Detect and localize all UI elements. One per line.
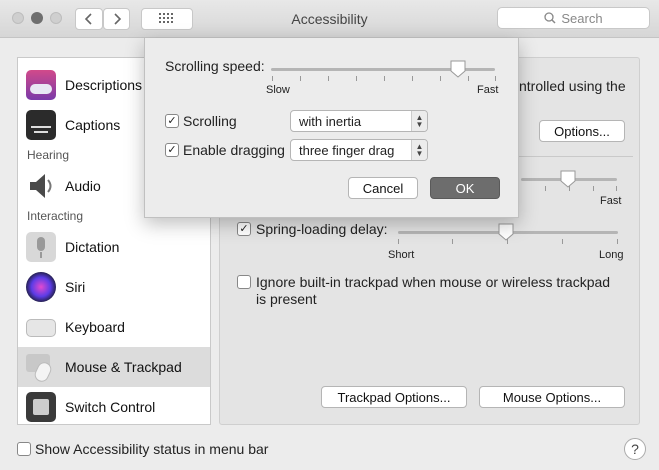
dragging-mode-value: three finger drag (299, 142, 395, 158)
show-status-label: Show Accessibility status in menu bar (35, 441, 269, 457)
updown-arrows-icon: ▲ ▼ (411, 111, 427, 131)
updown-arrows-icon: ▲ ▼ (411, 140, 427, 160)
sidebar-item-siri[interactable]: Siri (18, 267, 210, 307)
search-field[interactable]: Search (497, 7, 650, 29)
scrolling-speed-label: Scrolling speed: (165, 58, 265, 74)
double-click-speed-slider-thumb[interactable] (559, 170, 577, 188)
keyboard-icon (26, 319, 56, 337)
show-status-checkbox[interactable] (17, 442, 31, 456)
ok-button[interactable]: OK (430, 177, 500, 199)
ignore-trackpad-label: Ignore built-in trackpad when mouse or w… (256, 274, 611, 307)
spring-loading-max-label: Long (599, 249, 624, 261)
spring-loading-slider-thumb[interactable] (497, 223, 515, 241)
switch-control-icon (26, 392, 56, 422)
microphone-icon (26, 232, 56, 262)
section-header-hearing: Hearing (27, 148, 70, 162)
sidebar-item-mouse-trackpad[interactable]: Mouse & Trackpad (18, 347, 210, 387)
mouse-trackpad-icon (26, 352, 56, 385)
trackpad-options-button[interactable]: Trackpad Options... (321, 386, 467, 408)
sidebar-item-dictation[interactable]: Dictation (18, 227, 210, 267)
mouse-options-button[interactable]: Mouse Options... (479, 386, 625, 408)
trackpad-options-sheet: Scrolling speed: Slow Fast ✓ Scrolling w… (144, 38, 519, 218)
dragging-label: Enable dragging (183, 142, 285, 158)
slider-tick (593, 186, 594, 191)
sidebar-item-keyboard[interactable]: Keyboard (18, 307, 210, 347)
pane-description-text: ntrolled using the (519, 78, 626, 94)
scrolling-speed-max-label: Fast (477, 84, 499, 96)
sidebar-item-label: Dictation (65, 239, 120, 255)
search-placeholder: Search (561, 10, 603, 26)
scrolling-mode-value: with inertia (299, 113, 362, 129)
scrolling-speed-min-label: Slow (266, 84, 290, 96)
sidebar-item-label: Keyboard (65, 319, 125, 335)
double-click-slider-max-label: Fast (600, 195, 622, 207)
cancel-button[interactable]: Cancel (348, 177, 418, 199)
sidebar-item-label: Mouse & Trackpad (65, 359, 182, 375)
dragging-checkbox[interactable]: ✓ (165, 143, 179, 157)
scrolling-mode-popup[interactable]: with inertia ▲ ▼ (290, 110, 428, 132)
scrolling-checkbox[interactable]: ✓ (165, 114, 179, 128)
scrolling-label: Scrolling (183, 113, 237, 129)
slider-tick (616, 186, 617, 191)
descriptions-icon (26, 70, 56, 100)
options-button[interactable]: Options... (539, 120, 625, 142)
slider-tick (545, 186, 546, 191)
sidebar-item-switch-control[interactable]: Switch Control (18, 387, 210, 424)
dragging-mode-popup[interactable]: three finger drag ▲ ▼ (290, 139, 428, 161)
divider (519, 156, 633, 157)
scrolling-speed-slider-thumb[interactable] (449, 60, 467, 78)
help-button[interactable]: ? (624, 438, 646, 460)
speaker-icon (26, 171, 56, 201)
sidebar-item-label: Switch Control (65, 399, 156, 415)
section-header-interacting: Interacting (27, 209, 84, 223)
spring-loading-checkbox[interactable]: ✓ (237, 222, 251, 236)
sidebar-item-label: Descriptions (65, 77, 143, 93)
ignore-trackpad-checkbox[interactable] (237, 275, 251, 289)
spring-loading-label: Spring-loading delay: (256, 221, 388, 237)
spring-loading-min-label: Short (388, 249, 415, 261)
search-icon (544, 12, 556, 24)
sidebar-item-label: Audio (65, 178, 101, 194)
captions-icon (26, 110, 56, 140)
siri-icon (26, 272, 56, 302)
sidebar-item-label: Captions (65, 117, 121, 133)
title-bar: Accessibility Search (0, 0, 659, 38)
sidebar-item-label: Siri (65, 279, 86, 295)
